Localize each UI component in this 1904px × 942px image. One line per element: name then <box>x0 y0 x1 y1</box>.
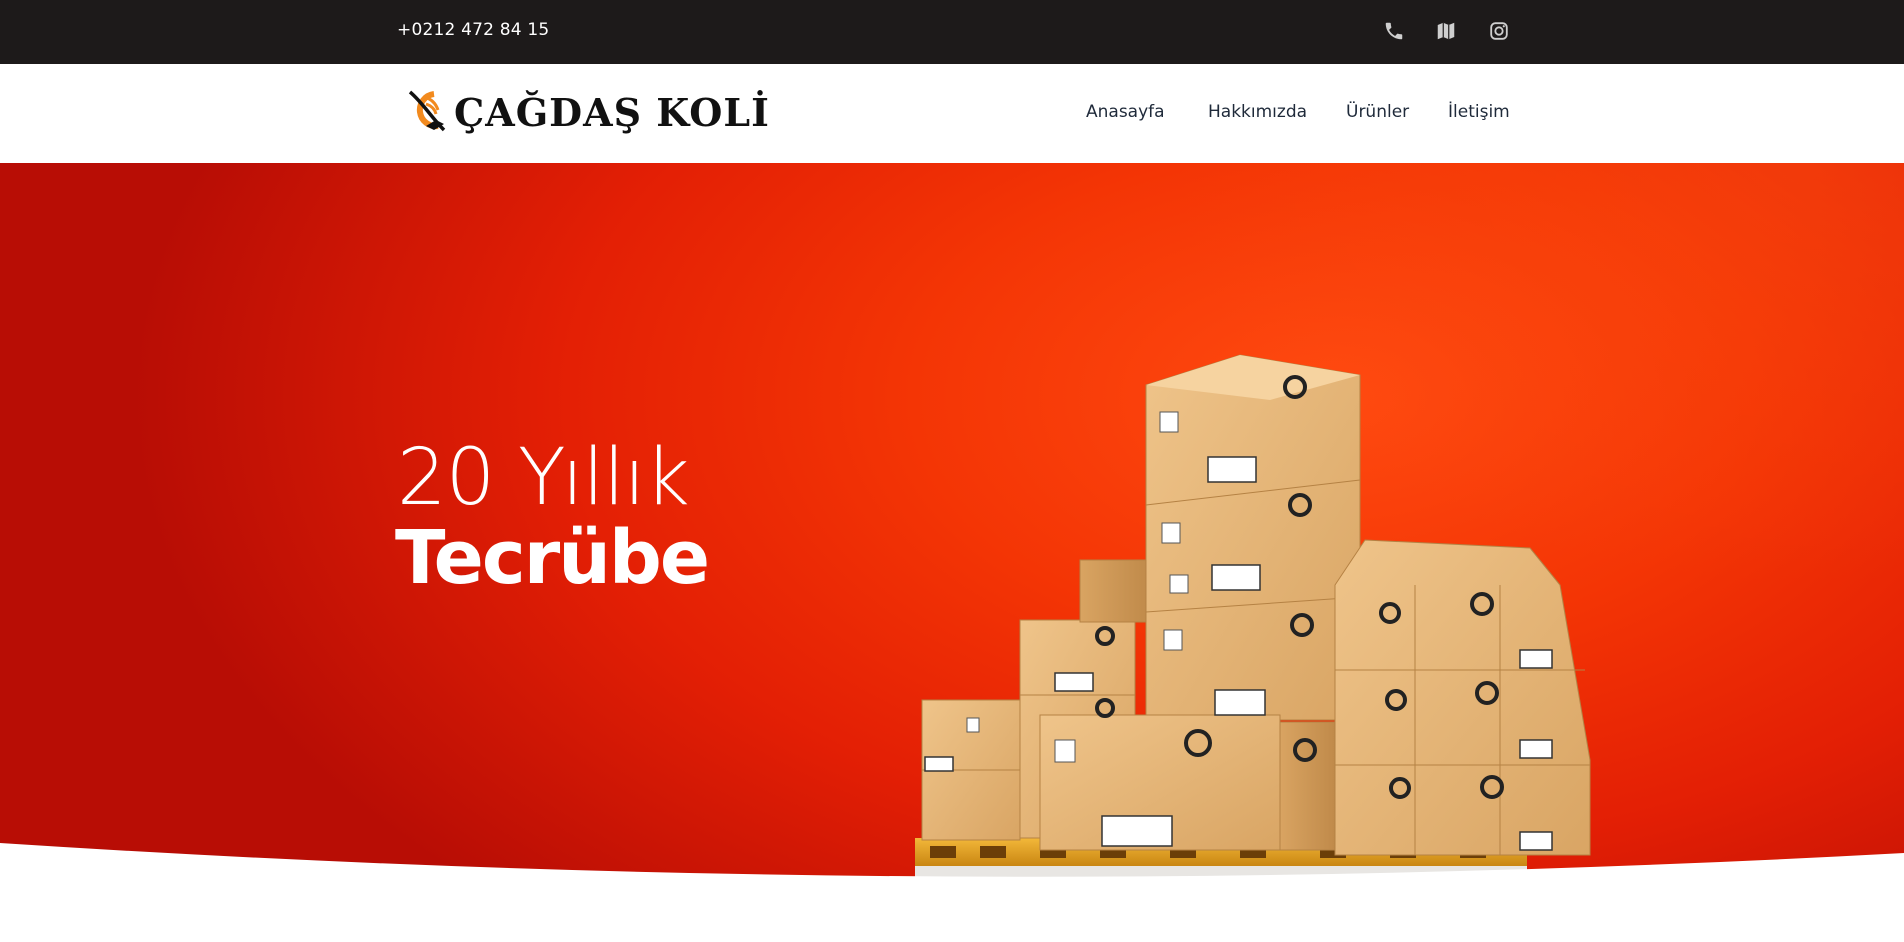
topbar-phone-number[interactable]: +0212 472 84 15 <box>397 20 549 40</box>
nav-anasayfa[interactable]: Anasayfa <box>1086 102 1165 122</box>
cardboard-boxes-image <box>915 354 1591 884</box>
map-icon[interactable] <box>1435 20 1457 42</box>
phone-icon[interactable] <box>1383 20 1405 42</box>
hero-bottom-curve <box>0 843 1904 942</box>
hero-title-line2: Tecrübe <box>395 515 710 601</box>
hero-title-line1: 20 Yıllık <box>397 433 690 523</box>
nav-iletisim[interactable]: İletişim <box>1448 102 1510 122</box>
site-header: ÇAĞDAŞ KOLİ Anasayfa Hakkımızda Ürünler … <box>0 64 1904 163</box>
nav-hakkimizda[interactable]: Hakkımızda <box>1208 102 1307 122</box>
nav-urunler[interactable]: Ürünler <box>1346 102 1409 122</box>
site-logo[interactable]: ÇAĞDAŞ KOLİ <box>404 84 790 146</box>
top-bar: +0212 472 84 15 <box>0 0 1904 64</box>
logo-mark-icon <box>408 90 446 132</box>
instagram-icon[interactable] <box>1488 20 1510 42</box>
logo-text: ÇAĞDAŞ KOLİ <box>454 90 770 135</box>
